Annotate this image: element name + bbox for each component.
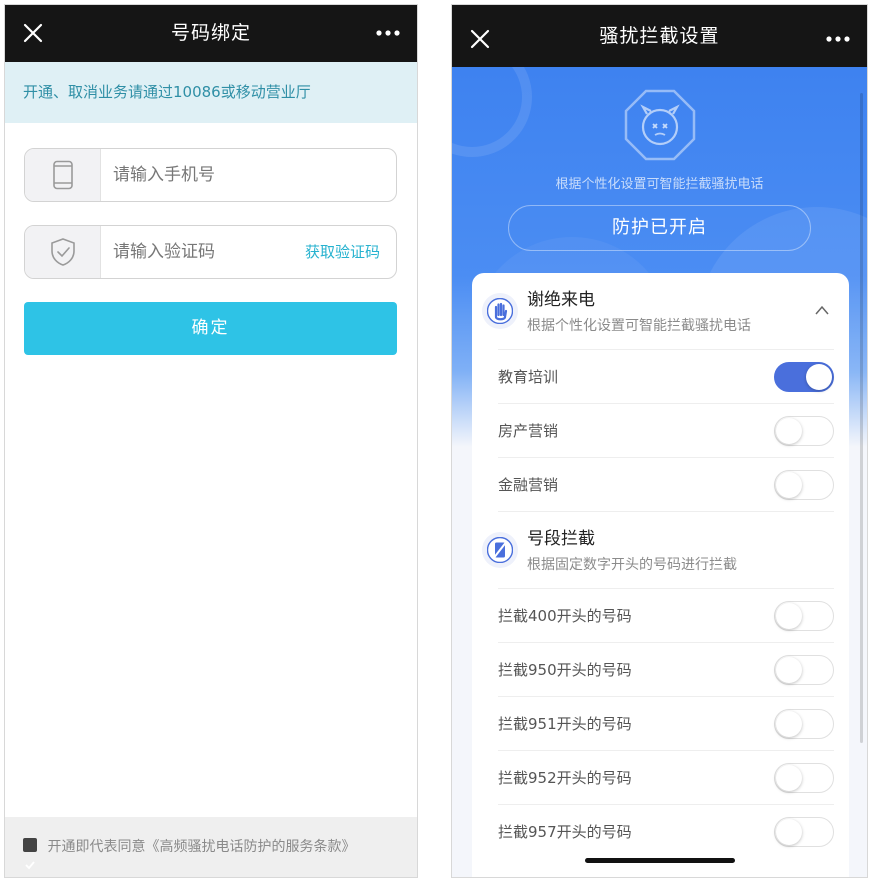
list-item: 拦截950开头的号码 (498, 642, 834, 696)
section-header-decline-calls[interactable]: 谢绝来电 根据个性化设置可智能拦截骚扰电话 (472, 273, 849, 349)
section-header-number-block: 号段拦截 根据固定数字开头的号码进行拦截 (472, 512, 849, 588)
section-subtitle: 根据固定数字开头的号码进行拦截 (527, 557, 737, 573)
section-title: 号段拦截 (527, 529, 595, 549)
list-item: 拦截400开头的号码 (498, 588, 834, 642)
shield-icon (50, 238, 75, 266)
decor-circle (452, 67, 532, 157)
item-label: 金融营销 (498, 476, 559, 494)
toggle-switch[interactable] (774, 817, 834, 847)
phone-input[interactable]: 请输入手机号 (113, 149, 215, 201)
service-notice: 开通、取消业务请通过10086或移动营业厅 (5, 62, 417, 123)
list-item: 拦截957开头的号码 (498, 804, 834, 858)
item-label: 拦截951开头的号码 (498, 715, 632, 733)
phone-slash-icon (482, 532, 518, 568)
list-item: 拦截952开头的号码 (498, 750, 834, 804)
item-label: 拦截950开头的号码 (498, 661, 632, 679)
section-title: 谢绝来电 (527, 290, 595, 310)
agreement-text[interactable]: 开通即代表同意《高频骚扰电话防护的服务条款》 (47, 839, 355, 855)
list-item: 教育培训 (498, 349, 834, 403)
section-subtitle: 根据个性化设置可智能拦截骚扰电话 (527, 318, 751, 334)
toggle-switch[interactable] (774, 601, 834, 631)
protection-status-button[interactable]: 防护已开启 (508, 205, 811, 251)
item-label: 拦截957开头的号码 (498, 823, 632, 841)
agreement-bar: 开通即代表同意《高频骚扰电话防护的服务条款》 (5, 817, 417, 877)
page-title: 骚扰拦截设置 (599, 25, 720, 47)
top-bar: 骚扰拦截设置 (452, 5, 867, 67)
list-item: 金融营销 (498, 457, 834, 511)
checkbox-icon[interactable] (23, 838, 37, 870)
toggle-switch[interactable] (774, 655, 834, 685)
phone-icon (52, 160, 73, 190)
list-item: 房产营销 (498, 403, 834, 457)
hero-description: 根据个性化设置可智能拦截骚扰电话 (555, 177, 764, 192)
list-item: 拦截951开头的号码 (498, 696, 834, 750)
toggle-switch[interactable] (774, 416, 834, 446)
settings-card: 谢绝来电 根据个性化设置可智能拦截骚扰电话 教育培训 房产营销 金融营销 号段拦… (472, 273, 849, 877)
toggle-switch[interactable] (774, 709, 834, 739)
code-field[interactable]: 请输入验证码 获取验证码 (24, 225, 397, 279)
top-bar: 号码绑定 (5, 5, 417, 62)
page-title: 号码绑定 (170, 22, 251, 44)
chevron-up-icon[interactable] (815, 305, 829, 315)
hand-icon (482, 293, 518, 329)
scrollbar[interactable] (860, 93, 863, 743)
phone-field[interactable]: 请输入手机号 (24, 148, 397, 202)
toggle-switch[interactable] (774, 763, 834, 793)
item-label: 拦截400开头的号码 (498, 607, 632, 625)
get-code-button[interactable]: 获取验证码 (305, 226, 380, 278)
home-indicator[interactable] (585, 858, 735, 863)
code-input[interactable]: 请输入验证码 (113, 226, 215, 278)
item-label: 拦截952开头的号码 (498, 769, 632, 787)
phone-icon-box (25, 149, 101, 201)
more-icon[interactable] (825, 35, 851, 43)
bot-face-icon (624, 89, 696, 161)
confirm-button[interactable]: 确定 (24, 302, 397, 355)
toggle-switch[interactable] (774, 362, 834, 392)
toggle-switch[interactable] (774, 470, 834, 500)
shield-icon-box (25, 226, 101, 278)
settings-screen: 骚扰拦截设置 根据个性化设置可智能拦截骚扰电话 防护已开启 谢绝来电 根据个性化… (451, 4, 868, 878)
item-label: 教育培训 (498, 368, 559, 386)
bind-screen: 号码绑定 开通、取消业务请通过10086或移动营业厅 请输入手机号 请输入验证码… (4, 4, 418, 878)
more-icon[interactable] (375, 29, 401, 37)
item-label: 房产营销 (498, 422, 559, 440)
